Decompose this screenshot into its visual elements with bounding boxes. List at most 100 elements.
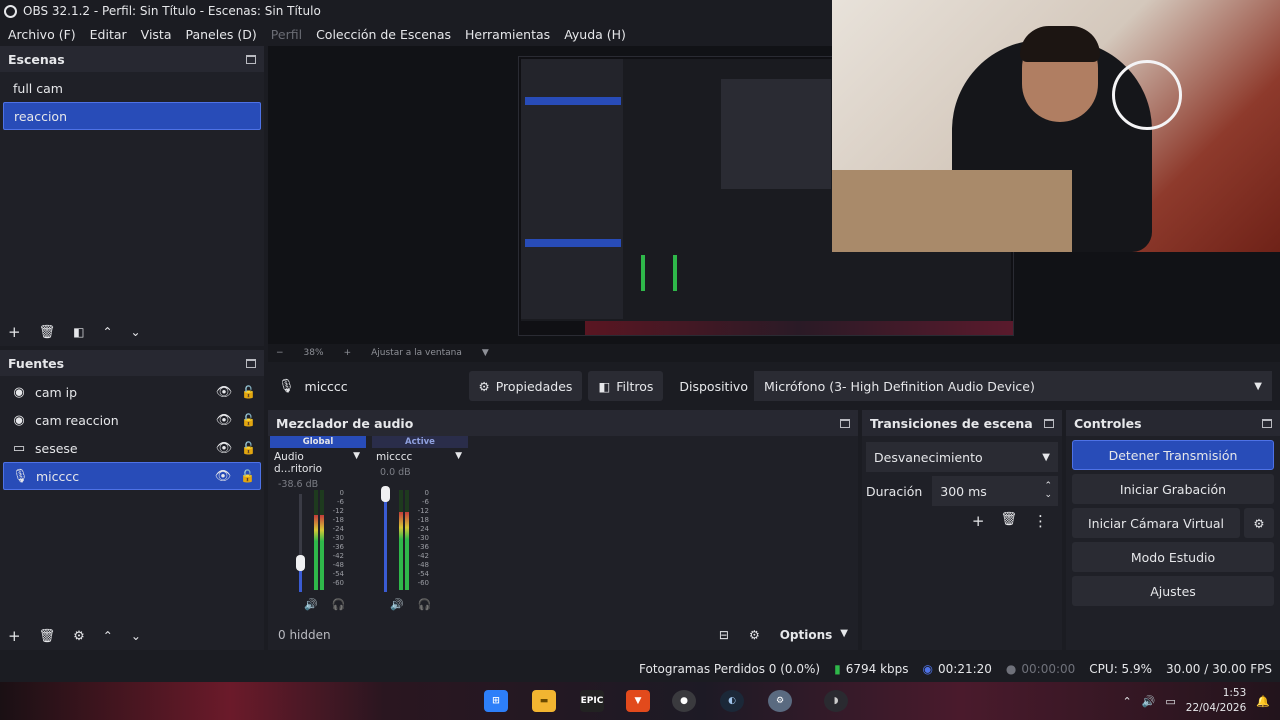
undock-icon[interactable] bbox=[1044, 418, 1054, 428]
menu-herramientas[interactable]: Herramientas bbox=[465, 27, 550, 42]
spin-arrows-icon[interactable]: ⌃ ⌄ bbox=[1044, 482, 1052, 500]
transition-select[interactable]: Desvanecimiento ▼ bbox=[866, 442, 1058, 472]
visibility-eye-icon[interactable]: 👁 bbox=[215, 413, 233, 428]
channel-name-row[interactable]: Audio d...ritorio ▼ bbox=[270, 451, 366, 475]
filters-button[interactable]: ◧ Filtros bbox=[588, 371, 664, 401]
trash-icon[interactable]: 🗑 bbox=[1000, 512, 1017, 530]
volume-track[interactable] bbox=[299, 494, 302, 592]
virtual-camera-settings-button[interactable]: ⚙ bbox=[1244, 508, 1274, 538]
visibility-eye-icon[interactable]: 👁 bbox=[215, 385, 233, 400]
lock-icon[interactable]: 🔓 bbox=[240, 469, 255, 483]
undock-icon[interactable] bbox=[246, 54, 256, 64]
zoom-dropdown-icon[interactable]: ▼ bbox=[482, 348, 489, 358]
chevron-up-icon[interactable]: ⌃ bbox=[1122, 695, 1131, 708]
meter-scale-tick: -42 bbox=[417, 552, 429, 560]
speaker-icon[interactable]: 🔊 bbox=[390, 598, 404, 611]
menu-archivo[interactable]: Archivo (F) bbox=[8, 27, 76, 42]
menu-ayuda[interactable]: Ayuda (H) bbox=[564, 27, 626, 42]
lock-icon[interactable]: 🔓 bbox=[241, 413, 256, 427]
settings-button[interactable]: Ajustes bbox=[1072, 576, 1274, 606]
record-time-group: ● 00:00:00 bbox=[1006, 662, 1075, 676]
studio-mode-button[interactable]: Modo Estudio bbox=[1072, 542, 1274, 572]
move-up-icon[interactable]: ⌃ bbox=[103, 629, 113, 643]
scene-item-reaccion[interactable]: reaccion bbox=[3, 102, 261, 130]
stop-streaming-button[interactable]: Detener Transmisión bbox=[1072, 440, 1274, 470]
meter-scale-tick: 0 bbox=[339, 489, 344, 497]
menu-paneles[interactable]: Paneles (D) bbox=[186, 27, 257, 42]
mixer-title: Mezclador de audio bbox=[276, 415, 414, 431]
more-options-icon[interactable]: ⋮ bbox=[1033, 512, 1048, 530]
menu-editar[interactable]: Editar bbox=[90, 27, 127, 42]
source-item-micccc[interactable]: 🎙 micccc 👁 🔓 bbox=[3, 462, 261, 490]
mixer-settings-icon[interactable]: ⚙ bbox=[749, 628, 760, 642]
speaker-icon[interactable]: 🔊 bbox=[304, 598, 318, 611]
volume-slider-handle[interactable] bbox=[381, 486, 390, 502]
properties-button[interactable]: ⚙ Propiedades bbox=[468, 371, 583, 401]
mixer-options-button[interactable]: Options ▼ bbox=[780, 628, 848, 642]
visibility-eye-icon[interactable]: 👁 bbox=[214, 469, 232, 484]
source-item-sesese[interactable]: ▭ sesese 👁 🔓 bbox=[3, 434, 261, 462]
filter-icon[interactable]: ◧ bbox=[73, 325, 84, 339]
channel-icons: 🔊 🎧 bbox=[390, 598, 431, 611]
scene-item-full-cam[interactable]: full cam bbox=[3, 74, 261, 102]
meter-scale-tick: -54 bbox=[417, 570, 429, 578]
source-label: cam ip bbox=[35, 384, 78, 400]
undock-icon[interactable] bbox=[246, 358, 256, 368]
menu-perfil[interactable]: Perfil bbox=[271, 27, 302, 42]
headphones-icon[interactable]: 🎧 bbox=[418, 598, 432, 611]
add-icon[interactable]: + bbox=[8, 627, 21, 645]
menu-coleccion-escenas[interactable]: Colección de Escenas bbox=[316, 27, 451, 42]
trash-icon[interactable]: 🗑 bbox=[39, 325, 56, 340]
source-item-cam-reaccion[interactable]: ◉ cam reaccion 👁 🔓 bbox=[3, 406, 261, 434]
settings-icon[interactable]: ⚙ bbox=[768, 690, 792, 712]
channel-name-row[interactable]: micccc ▼ bbox=[372, 451, 468, 463]
epic-games-icon[interactable]: EPIC bbox=[580, 690, 604, 712]
clock[interactable]: 1:53 22/04/2026 bbox=[1186, 686, 1247, 716]
volume-track[interactable] bbox=[384, 494, 387, 592]
sources-dock: Fuentes ◉ cam ip 👁 🔓 ◉ cam reaccion 👁 🔓 … bbox=[0, 350, 264, 650]
mixer-layout-icon[interactable]: ⊟ bbox=[719, 628, 729, 642]
start-virtual-camera-button[interactable]: Iniciar Cámara Virtual bbox=[1072, 508, 1240, 538]
obs-icon[interactable]: ● bbox=[672, 690, 696, 712]
undock-icon[interactable] bbox=[840, 418, 850, 428]
start-recording-button[interactable]: Iniciar Grabación bbox=[1072, 474, 1274, 504]
channel-name: micccc bbox=[376, 451, 413, 463]
undock-icon[interactable] bbox=[1262, 418, 1272, 428]
add-icon[interactable]: + bbox=[972, 512, 985, 530]
gear-icon[interactable]: ⚙ bbox=[73, 629, 85, 644]
move-up-icon[interactable]: ⌃ bbox=[102, 325, 112, 339]
brave-browser-icon[interactable]: ▼ bbox=[626, 690, 650, 712]
volume-slider-handle[interactable] bbox=[296, 554, 305, 571]
source-item-cam-ip[interactable]: ◉ cam ip 👁 🔓 bbox=[3, 378, 261, 406]
move-down-icon[interactable]: ⌄ bbox=[131, 629, 141, 643]
add-icon[interactable]: + bbox=[8, 323, 21, 341]
steam-icon[interactable]: ◐ bbox=[720, 690, 744, 712]
button-label: Modo Estudio bbox=[1130, 549, 1216, 565]
menu-vista[interactable]: Vista bbox=[141, 27, 172, 42]
move-down-icon[interactable]: ⌄ bbox=[131, 325, 141, 339]
visibility-eye-icon[interactable]: 👁 bbox=[215, 441, 233, 456]
network-icon[interactable]: ▭ bbox=[1165, 695, 1175, 708]
trash-icon[interactable]: 🗑 bbox=[39, 629, 56, 644]
volume-icon[interactable]: 🔊 bbox=[1142, 695, 1156, 708]
scene-label: reaccion bbox=[14, 108, 68, 124]
headphones-icon[interactable]: 🎧 bbox=[332, 598, 346, 611]
zoom-in-button[interactable]: + bbox=[344, 348, 352, 358]
table bbox=[832, 170, 1072, 252]
clock-time: 1:53 bbox=[1222, 687, 1247, 699]
source-label: sesese bbox=[35, 440, 78, 456]
meter-scale: 0 -6 -12 -18 -24 -30 -36 -42 -48 -54 -60 bbox=[413, 489, 429, 588]
notification-bell-icon[interactable]: 🔔 bbox=[1256, 695, 1270, 708]
nested-meter bbox=[641, 255, 645, 291]
file-explorer-icon[interactable]: ▬ bbox=[532, 690, 556, 712]
device-select[interactable]: Micrófono (3- High Definition Audio Devi… bbox=[753, 371, 1272, 401]
duration-spinbox[interactable]: 300 ms ⌃ ⌄ bbox=[932, 476, 1058, 506]
app-icon[interactable]: ◗ bbox=[824, 690, 848, 712]
lock-icon[interactable]: 🔓 bbox=[241, 441, 256, 455]
fit-window-label[interactable]: Ajustar a la ventana bbox=[371, 348, 462, 358]
sources-title: Fuentes bbox=[8, 355, 65, 371]
windows-start-icon[interactable]: ⊞ bbox=[484, 690, 508, 712]
volume-fill bbox=[384, 494, 387, 592]
zoom-out-button[interactable]: − bbox=[276, 348, 284, 358]
lock-icon[interactable]: 🔓 bbox=[241, 385, 256, 399]
